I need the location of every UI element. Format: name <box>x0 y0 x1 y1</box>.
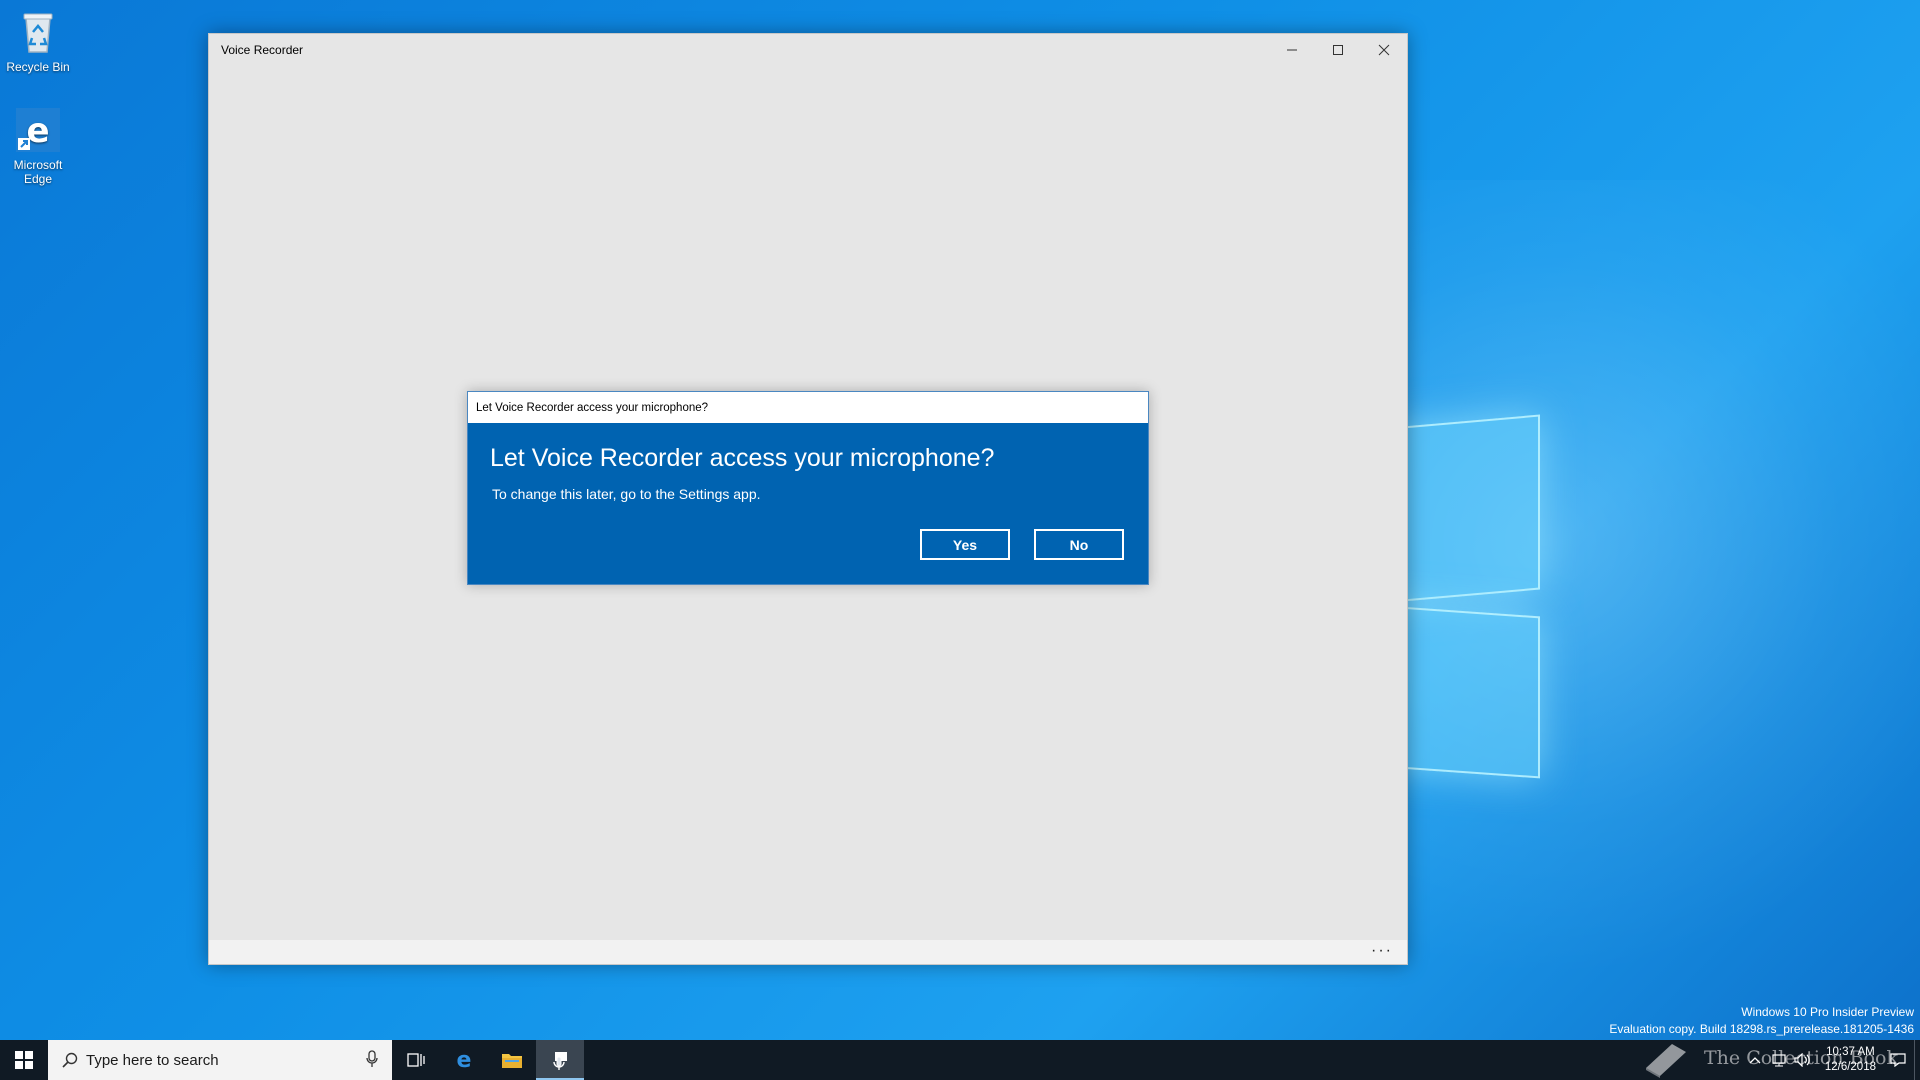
search-placeholder: Type here to search <box>86 1051 219 1069</box>
collection-book-overlay: The Collection Book <box>1642 1038 1898 1078</box>
voice-recorder-icon <box>553 1052 567 1070</box>
close-icon <box>1378 44 1390 56</box>
recycle-bin-icon <box>14 8 62 56</box>
window-titlebar[interactable]: Voice Recorder <box>209 34 1407 66</box>
start-button[interactable] <box>0 1040 48 1080</box>
taskbar: Type here to search e 10:37 AM 12/6/2018 <box>0 1040 1920 1080</box>
dialog-heading: Let Voice Recorder access your microphon… <box>490 444 995 472</box>
no-button[interactable]: No <box>1034 529 1124 560</box>
windows-logo-icon <box>15 1051 33 1069</box>
watermark-edition: Windows 10 Pro Insider Preview <box>1741 1005 1914 1019</box>
desktop-icon-recycle-bin[interactable]: Recycle Bin <box>0 8 76 74</box>
desktop-icon-label: Microsoft Edge <box>13 158 63 186</box>
more-options-button[interactable]: ··· <box>1371 942 1393 960</box>
close-button[interactable] <box>1361 34 1407 66</box>
maximize-button[interactable] <box>1315 34 1361 66</box>
folder-icon <box>502 1054 522 1068</box>
overlay-logo-text: The Collection Book <box>1704 1047 1898 1069</box>
svg-text:e: e <box>457 1049 472 1071</box>
microphone-permission-dialog: Let Voice Recorder access your microphon… <box>467 391 1149 585</box>
yes-button[interactable]: Yes <box>920 529 1010 560</box>
taskbar-file-explorer-button[interactable] <box>488 1040 536 1080</box>
window-title: Voice Recorder <box>221 43 304 57</box>
task-view-icon <box>407 1053 425 1067</box>
edge-icon: e <box>14 106 62 154</box>
dialog-titlebar: Let Voice Recorder access your microphon… <box>468 392 1148 423</box>
search-icon <box>62 1052 78 1068</box>
microphone-icon[interactable] <box>366 1050 378 1073</box>
taskbar-edge-button[interactable]: e <box>440 1040 488 1080</box>
desktop-icon-microsoft-edge[interactable]: e Microsoft Edge <box>0 106 76 186</box>
taskbar-voice-recorder-button[interactable] <box>536 1040 584 1080</box>
maximize-icon <box>1333 45 1343 55</box>
show-desktop-button[interactable] <box>1914 1040 1920 1080</box>
app-command-bar: ··· <box>209 940 1407 964</box>
minimize-icon <box>1287 49 1297 51</box>
edge-icon: e <box>457 1049 472 1071</box>
watermark-build: Evaluation copy. Build 18298.rs_prerelea… <box>1609 1022 1914 1036</box>
taskbar-search-box[interactable]: Type here to search <box>48 1040 392 1080</box>
task-view-button[interactable] <box>392 1040 440 1080</box>
build-watermark: Windows 10 Pro Insider Preview Evaluatio… <box>1609 1004 1914 1038</box>
dialog-subtext: To change this later, go to the Settings… <box>492 486 761 502</box>
book-logo-icon <box>1646 1044 1686 1078</box>
desktop-icon-label: Recycle Bin <box>6 60 70 74</box>
minimize-button[interactable] <box>1269 34 1315 66</box>
